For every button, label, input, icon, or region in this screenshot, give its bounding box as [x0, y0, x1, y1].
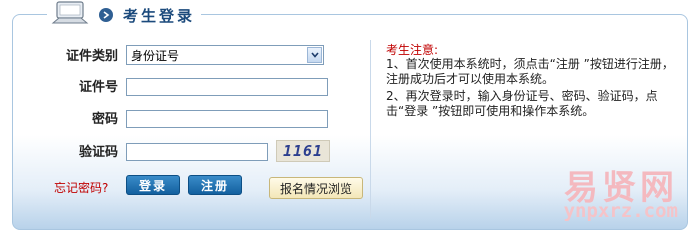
browse-registration-button[interactable]: 报名情况浏览 — [269, 177, 363, 199]
register-button[interactable]: 注册 — [188, 175, 242, 195]
watermark: 易贤网 ynpxrz.com — [532, 160, 684, 226]
forgot-password-link[interactable]: 忘记密码? — [54, 179, 108, 196]
chevron-down-icon[interactable] — [307, 47, 322, 63]
monitor-icon — [51, 1, 89, 24]
panel-header: 考生登录 — [47, 1, 202, 27]
captcha-code: 1161 — [282, 142, 324, 160]
divider — [370, 40, 371, 218]
captcha-image[interactable]: 1161 — [276, 140, 330, 162]
password-input[interactable] — [126, 110, 328, 128]
notice-line-1: 1、首次使用本系统时，须点击“注册 ”按钮进行注册，注册成功后才可以使用本系统。 — [386, 57, 674, 86]
captcha-label: 验证码 — [78, 145, 118, 160]
password-label: 密码 — [91, 112, 118, 127]
id-number-input[interactable] — [126, 78, 328, 96]
id-type-select[interactable]: 身份证号 — [126, 45, 324, 65]
id-number-label: 证件号 — [78, 80, 118, 95]
id-type-label: 证件类别 — [65, 49, 118, 64]
login-button[interactable]: 登录 — [126, 175, 180, 195]
captcha-input[interactable] — [126, 143, 268, 161]
page-title: 考生登录 — [123, 6, 196, 25]
id-type-select-value: 身份证号 — [131, 48, 180, 63]
arrow-right-icon — [99, 8, 113, 22]
watermark-url: ynpxrz.com — [563, 200, 678, 222]
notice-title: 考生注意: — [386, 43, 439, 57]
notice-line-2: 2、再次登录时，输入身份证号、密码、验证码，点击“登录 ”按钮即可使用和操作本系… — [386, 89, 658, 118]
